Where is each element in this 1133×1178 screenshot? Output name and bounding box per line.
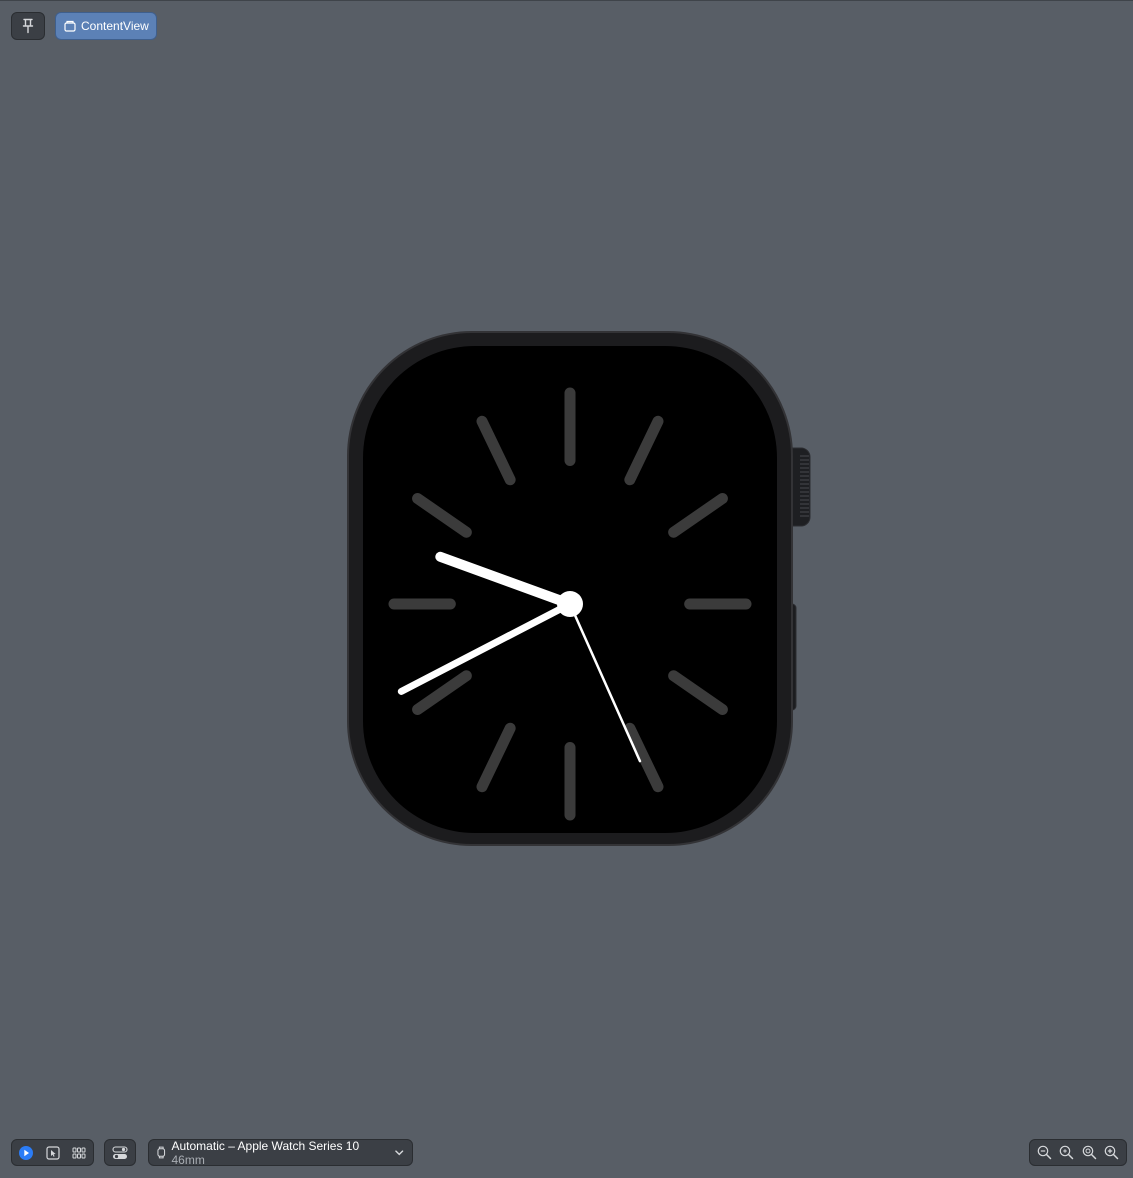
zoom-out-icon[interactable]: [1034, 1143, 1054, 1163]
watch-preview: [0, 0, 1133, 1173]
zoom-in-icon[interactable]: [1102, 1143, 1122, 1163]
zoom-controls: [1029, 1139, 1127, 1166]
device-select-label: Automatic – Apple Watch Series 10: [171, 1138, 360, 1153]
live-icon[interactable]: [16, 1143, 36, 1163]
zoom-fit-icon[interactable]: [1057, 1143, 1077, 1163]
center-cap: [557, 591, 583, 617]
variants-grid-icon[interactable]: [69, 1143, 89, 1163]
preview-mode-group: [11, 1139, 94, 1166]
device-settings-button[interactable]: [104, 1139, 136, 1166]
device-select[interactable]: Automatic – Apple Watch Series 10 46mm: [148, 1138, 413, 1167]
watch-icon: [157, 1146, 166, 1159]
selectable-icon[interactable]: [43, 1143, 63, 1163]
zoom-actual-icon[interactable]: [1079, 1143, 1099, 1163]
watch-canvas: [347, 331, 811, 846]
chevron-down-icon: [395, 1149, 404, 1155]
toggle-settings-icon: [112, 1145, 128, 1159]
device-select-size: 46mm: [171, 1152, 205, 1167]
